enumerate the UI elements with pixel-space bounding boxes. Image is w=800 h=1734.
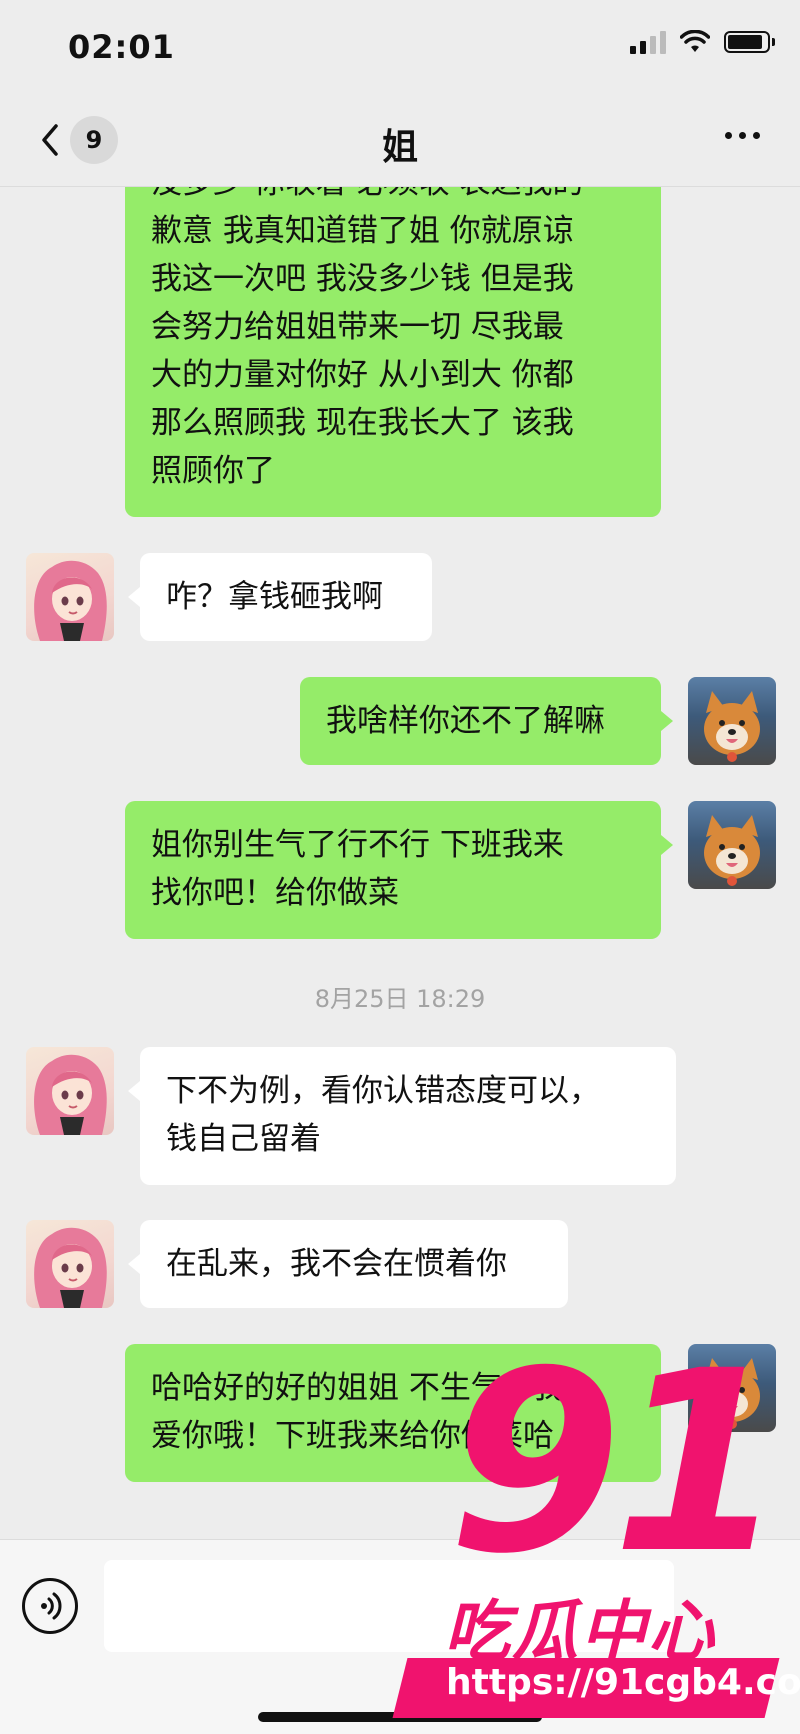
message-bubble-incoming[interactable]: 在乱来，我不会在惯着你 [140,1220,568,1308]
message-input[interactable] [104,1560,674,1652]
bubble-tail [128,1254,140,1274]
wifi-icon [680,30,710,52]
message-bubble-outgoing[interactable]: 哈哈好的好的姐姐 不生气了我 爱你哦！下班我来给你做菜哈 [125,1344,661,1482]
bubble-tail [661,711,673,731]
user-avatar[interactable] [688,801,776,889]
more-icon[interactable] [725,132,760,139]
status-time: 02:01 [68,28,175,66]
status-bar: 02:01 [0,0,800,96]
user-avatar[interactable] [688,677,776,765]
chat-title: 姐 [381,127,418,168]
contact-avatar[interactable] [26,1220,114,1308]
message-bubble-outgoing[interactable]: 我啥样你还不了解嘛 [300,677,661,765]
input-bar [0,1539,800,1734]
chat-messages[interactable]: 没多少 你收着 必须收 表达我的 歉意 我真知道错了姐 你就原谅 我这一次吧 我… [0,187,800,1539]
signal-icon [630,30,666,54]
bubble-tail [128,587,140,607]
user-avatar[interactable] [688,1344,776,1432]
bubble-tail [128,1081,140,1101]
voice-icon[interactable] [22,1578,78,1634]
contact-avatar[interactable] [26,1047,114,1135]
contact-avatar[interactable] [26,553,114,641]
home-indicator[interactable] [258,1712,542,1722]
status-icons [630,30,775,54]
bubble-tail [661,1378,673,1398]
bubble-tail [661,835,673,855]
message-bubble-outgoing[interactable]: 姐你别生气了行不行 下班我来 找你吧！给你做菜 [125,801,661,939]
message-timestamp: 8月25日 18:29 [314,985,486,1013]
battery-icon [724,31,775,53]
message-bubble-incoming[interactable]: 咋？拿钱砸我啊 [140,553,432,641]
message-bubble-incoming[interactable]: 下不为例，看你认错态度可以， 钱自己留着 [140,1047,676,1185]
chat-header: 9 姐 [0,96,800,187]
message-bubble-outgoing[interactable]: 没多少 你收着 必须收 表达我的 歉意 我真知道错了姐 你就原谅 我这一次吧 我… [125,187,661,517]
